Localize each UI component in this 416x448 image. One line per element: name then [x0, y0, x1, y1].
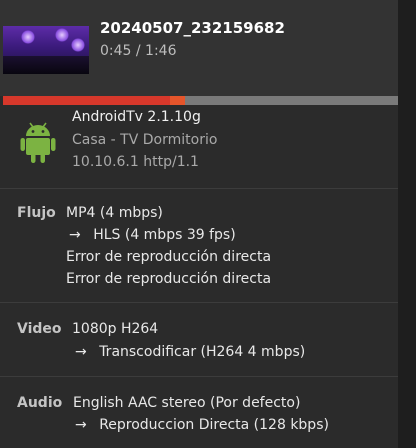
session-card: 20240507_232159682 0:45 / 1:46 AndroidTv… — [0, 0, 398, 448]
device-address: 10.10.6.1 http/1.1 — [72, 154, 199, 170]
stream-error: Error de reproducción directa — [66, 249, 272, 265]
divider — [0, 188, 398, 189]
client-app: AndroidTv 2.1.10g — [72, 109, 201, 125]
progress-bar[interactable] — [3, 96, 398, 105]
right-panel-edge — [398, 0, 416, 448]
video-source: 1080p H264 — [72, 321, 159, 337]
stage-light — [71, 38, 85, 52]
video-thumbnail[interactable] — [3, 26, 89, 74]
audio-target-row: → Reproduccion Directa (128 kbps) — [75, 417, 329, 433]
audio-target: Reproduccion Directa (128 kbps) — [99, 417, 329, 433]
crowd-silhouette — [3, 56, 89, 74]
device-info: AndroidTv 2.1.10g Casa - TV Dormitorio 1… — [0, 105, 398, 185]
video-label: Video — [17, 321, 62, 337]
video-target: Transcodificar (H264 4 mbps) — [99, 344, 306, 360]
device-name: Casa - TV Dormitorio — [72, 132, 218, 148]
video-target-row: → Transcodificar (H264 4 mbps) — [75, 344, 305, 360]
audio-source: English AAC stereo (Por defecto) — [73, 395, 301, 411]
divider — [0, 302, 398, 303]
now-playing-header: 20240507_232159682 0:45 / 1:46 — [0, 0, 398, 96]
divider — [0, 376, 398, 377]
stream-transcode-row: → HLS (4 mbps 39 fps) — [69, 227, 236, 243]
arrow-right-icon: → — [75, 344, 87, 360]
progress-played — [3, 96, 171, 105]
stream-transcode: HLS (4 mbps 39 fps) — [93, 227, 236, 243]
arrow-right-icon: → — [69, 227, 81, 243]
playback-time: 0:45 / 1:46 — [100, 43, 177, 59]
stream-label: Flujo — [17, 205, 56, 221]
arrow-right-icon: → — [75, 417, 87, 433]
stage-light — [21, 30, 35, 44]
stage-light — [55, 28, 69, 42]
media-title[interactable]: 20240507_232159682 — [100, 19, 285, 37]
stream-error: Error de reproducción directa — [66, 271, 272, 287]
audio-label: Audio — [17, 395, 63, 411]
android-icon — [20, 122, 56, 163]
stream-container: MP4 (4 mbps) — [66, 205, 163, 221]
